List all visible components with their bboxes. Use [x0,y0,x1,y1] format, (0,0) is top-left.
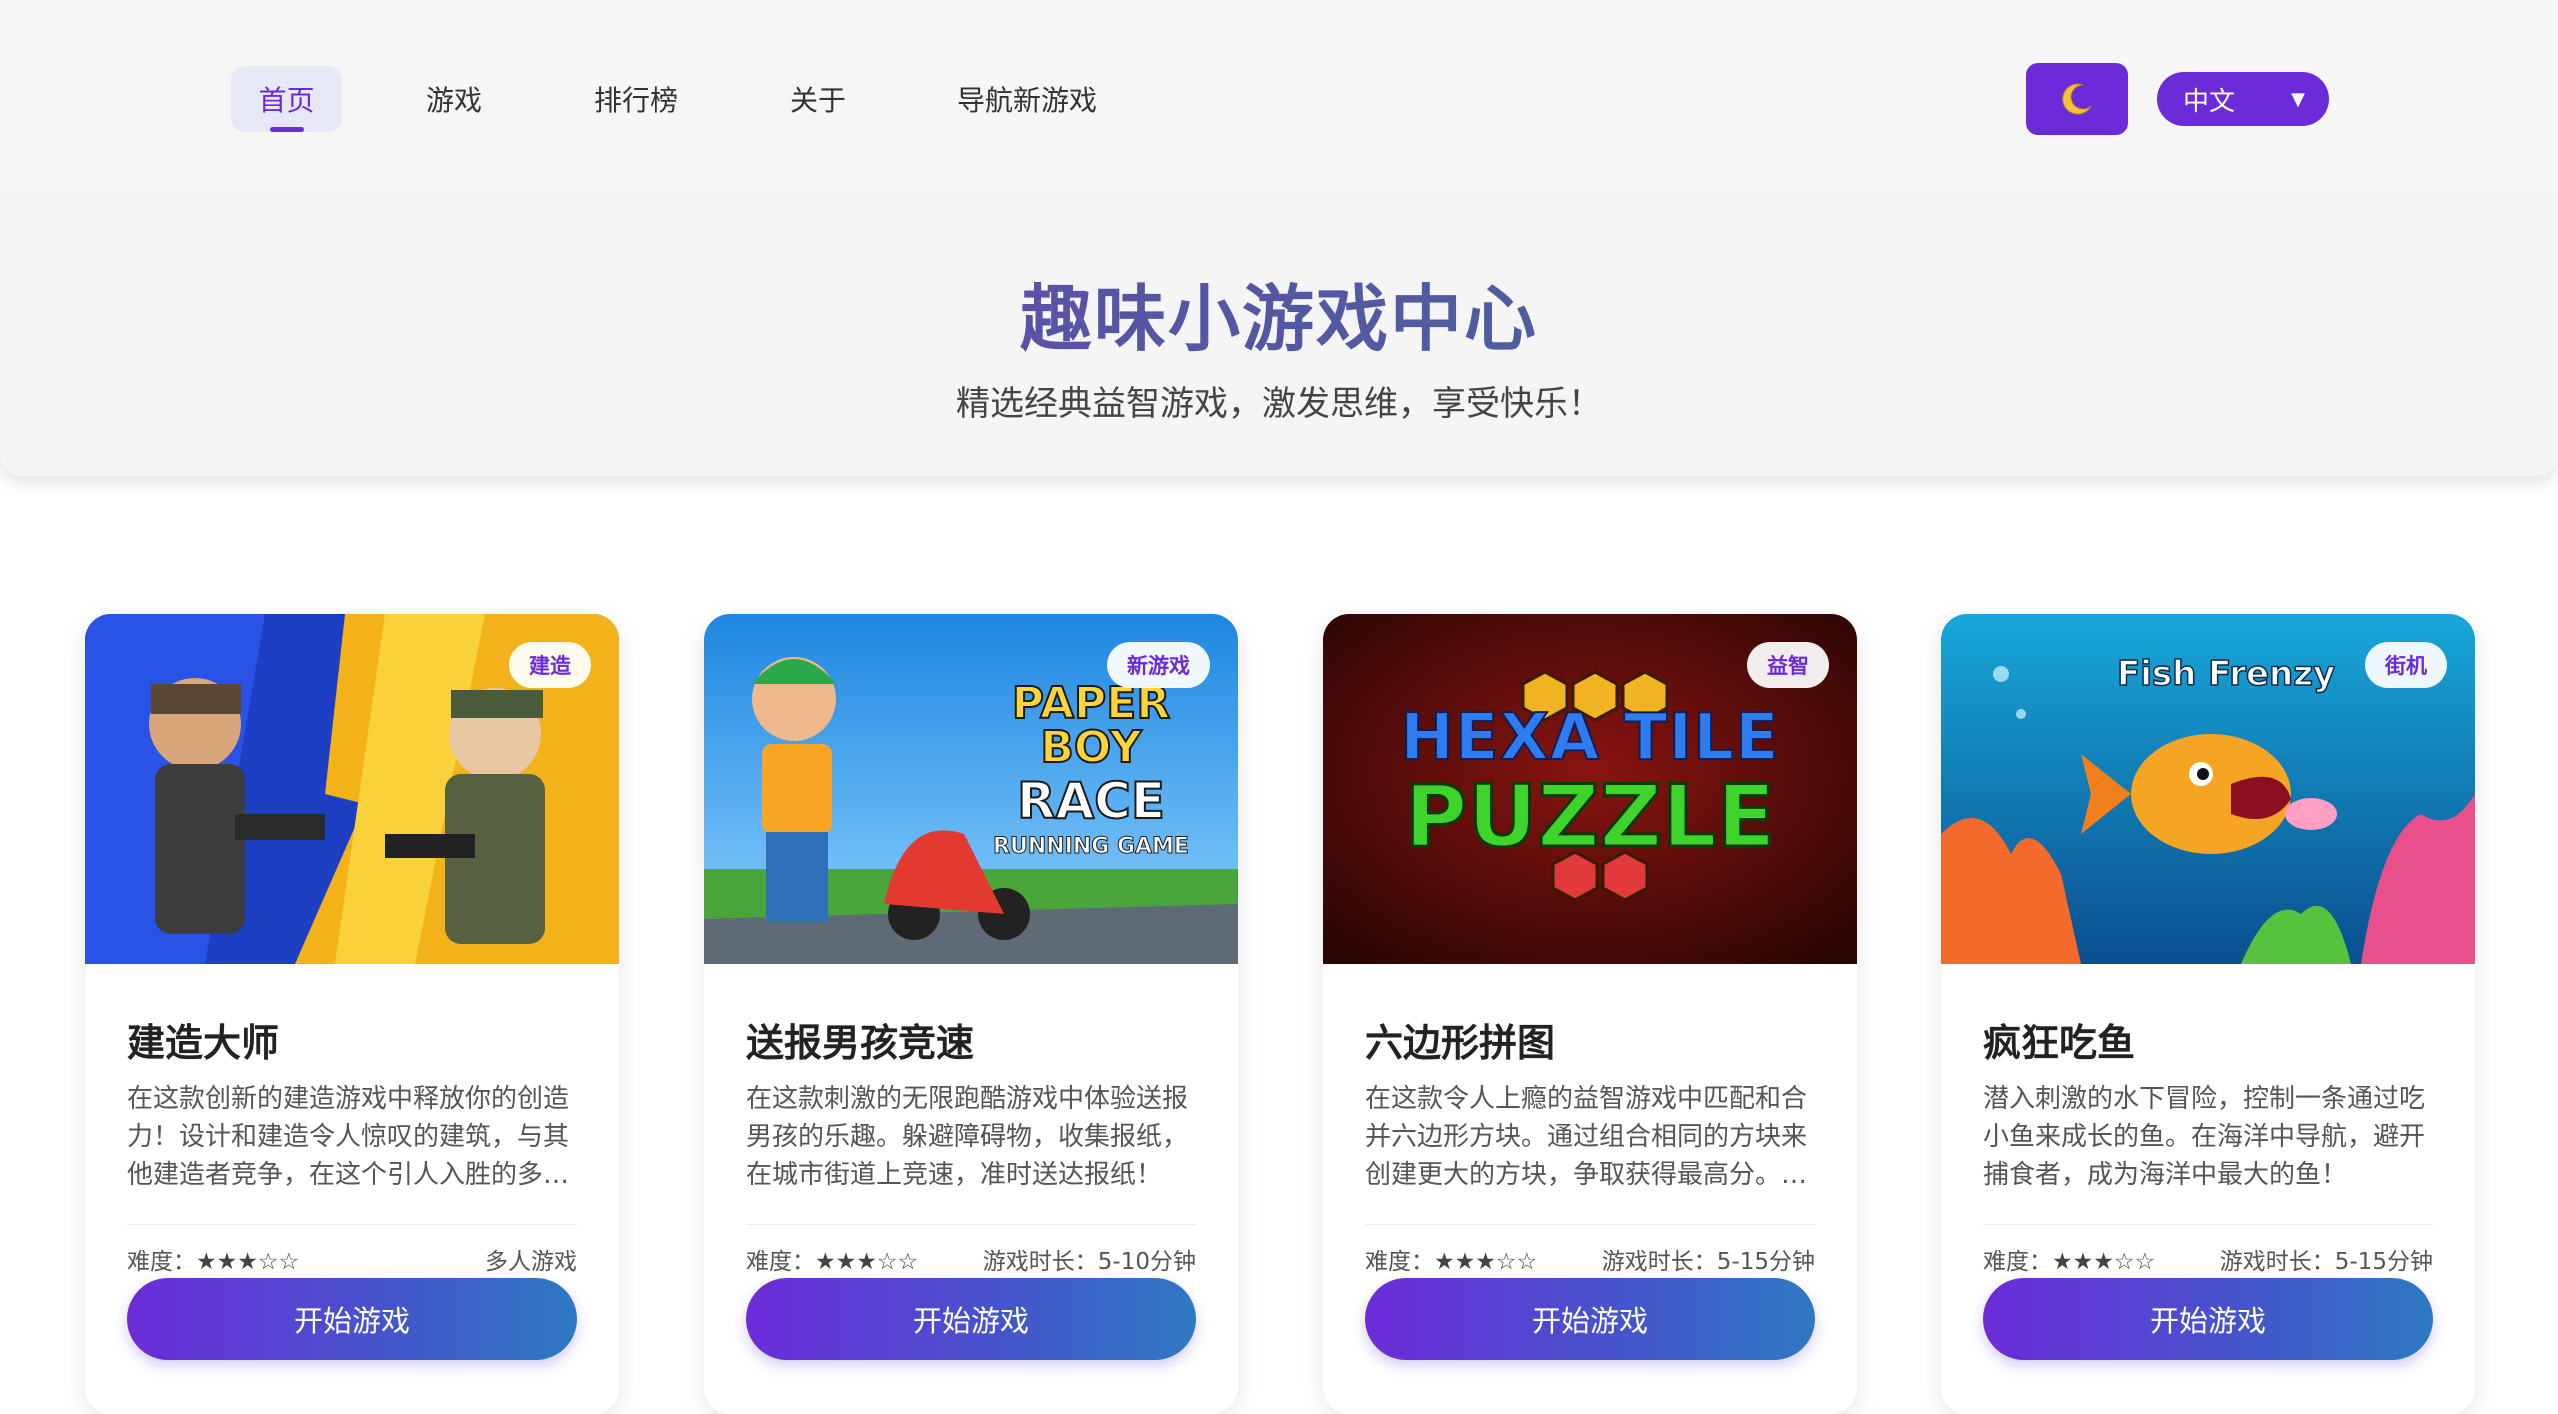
game-thumbnail[interactable]: PAPER BOY RACE RUNNING GAME 新游戏 [704,614,1238,964]
page-title: 趣味小游戏中心 [0,260,2558,365]
logo-line: PAPER BOY [1011,678,1171,773]
game-thumbnail[interactable]: HEXA TILE PUZZLE 益智 [1323,614,1857,964]
chevron-down-icon: ▼ [2291,88,2305,110]
game-thumbnail[interactable]: 建造 [85,614,619,964]
difficulty-label: 难度： [127,1249,196,1275]
game-card[interactable]: PAPER BOY RACE RUNNING GAME 新游戏 送报男孩竞速 在… [704,614,1238,1414]
game-description: 潜入刺激的水下冒险，控制一条通过吃小鱼来成长的鱼。在海洋中导航，避开捕食者，成为… [1983,1084,2426,1190]
game-description: 在这款刺激的无限跑酷游戏中体验送报男孩的乐趣。躲避障碍物，收集报纸，在城市街道上… [746,1084,1189,1190]
language-value: 中文 [2183,86,2236,117]
start-game-button[interactable]: 开始游戏 [1365,1278,1815,1360]
game-description: 在这款创新的建造游戏中释放你的创造力！设计和建造令人惊叹的建筑，与其他建造者竞争… [127,1084,570,1190]
category-tag: 新游戏 [1107,642,1210,688]
difficulty: 难度：★★★☆☆ [127,1242,299,1276]
start-game-button[interactable]: 开始游戏 [746,1278,1196,1360]
hero-banner: 趣味小游戏中心 精选经典益智游戏，激发思维，享受快乐！ [0,198,2558,476]
moon-icon [2062,83,2092,115]
nav-item-home[interactable]: 首页 [231,66,342,132]
game-logo-text: HEXA TILE PUZZLE [1323,701,1857,867]
game-title: 疯狂吃鱼 [1983,1021,2136,1065]
difficulty: 难度：★★★☆☆ [1983,1242,2155,1276]
divider [1365,1224,1815,1225]
category-tag: 益智 [1747,642,1829,688]
game-logo-text: PAPER BOY RACE RUNNING GAME [956,678,1226,859]
game-grid: 建造 建造大师 在这款创新的建造游戏中释放你的创造力！设计和建造令人惊叹的建筑，… [0,614,2558,1414]
start-game-button[interactable]: 开始游戏 [1983,1278,2433,1360]
language-select[interactable]: 中文 ▼ [2157,72,2329,126]
game-card[interactable]: Fish Frenzy 街机 疯狂吃鱼 潜入刺激的水下冒险，控制一条通过吃小鱼来… [1941,614,2475,1414]
game-meta: 游戏时长：5-10分钟 [982,1249,1196,1275]
page-subtitle: 精选经典益智游戏，激发思维，享受快乐！ [956,384,1602,424]
game-description: 在这款令人上瘾的益智游戏中匹配和合并六边形方块。通过组合相同的方块来创建更大的方… [1365,1084,1808,1190]
active-indicator [269,127,304,132]
game-logo-text: Fish Frenzy [2116,653,2336,695]
game-title: 建造大师 [127,1021,280,1065]
divider [1983,1224,2433,1225]
game-meta: 游戏时长：5-15分钟 [1601,1249,1815,1275]
nav-item-leaderboard[interactable]: 排行榜 [572,66,700,132]
nav-item-new-games[interactable]: 导航新游戏 [940,66,1114,132]
game-meta: 多人游戏 [485,1249,577,1275]
game-title: 六边形拼图 [1365,1021,1556,1065]
divider [127,1224,577,1225]
nav-item-label: 排行榜 [593,84,678,117]
difficulty-label: 难度： [1365,1249,1434,1275]
divider [746,1224,1196,1225]
logo-line: RACE [1016,772,1166,830]
logo-line: PUZZLE [1403,767,1777,867]
nav-item-label: 导航新游戏 [956,84,1097,117]
difficulty-stars: ★★★☆☆ [2052,1249,2156,1275]
difficulty-stars: ★★★☆☆ [1434,1249,1538,1275]
category-tag: 建造 [509,642,591,688]
logo-line: RUNNING GAME [993,834,1190,859]
difficulty-stars: ★★★☆☆ [815,1249,919,1275]
start-game-button[interactable]: 开始游戏 [127,1278,577,1360]
game-thumbnail[interactable]: Fish Frenzy 街机 [1941,614,2475,964]
theme-toggle-button[interactable] [2026,63,2128,135]
category-tag: 街机 [2365,642,2447,688]
nav-item-label: 游戏 [425,84,482,117]
difficulty: 难度：★★★☆☆ [746,1242,918,1276]
game-card[interactable]: 建造 建造大师 在这款创新的建造游戏中释放你的创造力！设计和建造令人惊叹的建筑，… [85,614,619,1414]
nav-item-label: 关于 [789,84,846,117]
difficulty-label: 难度： [746,1249,815,1275]
logo-line: HEXA TILE [1399,701,1780,775]
game-title: 送报男孩竞速 [746,1021,975,1065]
difficulty-stars: ★★★☆☆ [196,1249,300,1275]
nav-item-about[interactable]: 关于 [766,66,870,132]
top-nav: 首页 游戏 排行榜 关于 导航新游戏 中文 ▼ [0,0,2558,198]
game-meta: 游戏时长：5-15分钟 [2219,1249,2433,1275]
difficulty-label: 难度： [1983,1249,2052,1275]
difficulty: 难度：★★★☆☆ [1365,1242,1537,1276]
nav-item-label: 首页 [258,84,315,117]
nav-item-games[interactable]: 游戏 [398,66,510,132]
game-card[interactable]: HEXA TILE PUZZLE 益智 六边形拼图 在这款令人上瘾的益智游戏中匹… [1323,614,1857,1414]
